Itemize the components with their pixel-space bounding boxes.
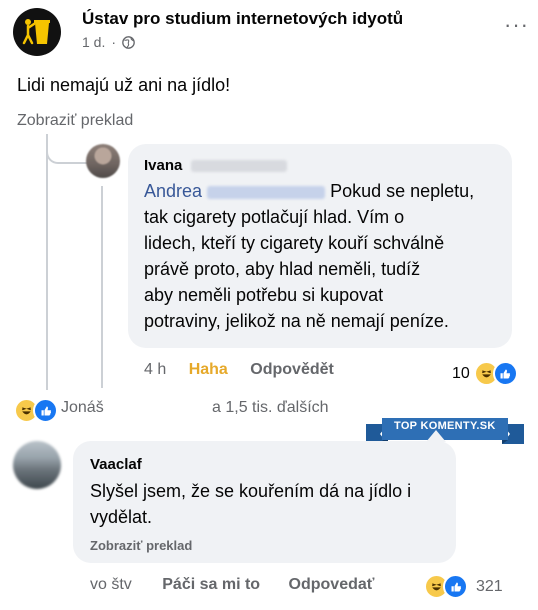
comment-text: Slyšel jsem, že se kouřením dá na jídlo … — [90, 478, 450, 530]
thread-line-nested — [101, 186, 103, 388]
comment-reaction-icons — [424, 574, 468, 599]
like-icon — [443, 574, 468, 599]
like-icon — [492, 361, 518, 386]
reply-mention[interactable]: Andrea — [144, 181, 326, 201]
reply-avatar[interactable] — [86, 144, 120, 178]
reply-haha-button[interactable]: Haha — [189, 361, 228, 378]
post-text: Lidi nemajú už ani na jídlo! — [17, 75, 231, 95]
reply-reaction-count[interactable]: 10 — [452, 361, 518, 386]
reply-text-line: lidech, kteří ty cigarety kouří schválně — [144, 233, 445, 253]
page-name[interactable]: Ústav pro studium internetových idyotů — [82, 9, 403, 29]
reply-reply-button[interactable]: Odpovědět — [250, 361, 334, 378]
comment-text-line: Slyšel jsem, že se kouřením dá na jídlo … — [90, 481, 412, 501]
comment-like-button[interactable]: Páči sa mi to — [162, 576, 260, 593]
post-time[interactable]: 1 d. — [82, 34, 105, 50]
comment-author[interactable]: Vaaclaf — [90, 456, 142, 473]
reply-text-line: aby neměli potřebu si kupovat — [144, 285, 384, 305]
reply-bubble: Ivana Andrea Pokud se nepletu, tak cigar… — [128, 144, 512, 348]
comment-text-line: vydělat. — [90, 507, 153, 527]
reactors-icons[interactable] — [14, 398, 58, 423]
reply-reaction-number: 10 — [452, 364, 470, 382]
blurred-surname — [190, 160, 287, 173]
reactors-others[interactable]: a 1,5 tis. ďalších — [212, 399, 329, 417]
reply-time[interactable]: 4 h — [144, 361, 166, 378]
reply-text: Andrea Pokud se nepletu, tak cigarety po… — [144, 178, 510, 334]
more-icon[interactable]: ··· — [504, 12, 529, 38]
thread-curve — [46, 134, 88, 164]
reply-author[interactable]: Ivana — [144, 157, 287, 174]
post-meta: 1 d. · — [82, 34, 135, 50]
reply-actions: 4 h Haha Odpovědět — [144, 361, 334, 379]
comment-bubble: Vaaclaf Slyšel jsem, že se kouřením dá n… — [73, 441, 456, 563]
watermark-text-top: TOP — [394, 420, 418, 432]
reply-text-line: právě proto, aby hlad neměli, tudíž — [144, 259, 421, 279]
reply-text-line-1: Pokud se nepletu, — [325, 181, 475, 201]
blurred-mention-surname — [207, 185, 326, 199]
comment-actions: vo štv Páči sa mi to Odpovedať — [90, 576, 374, 594]
comment-reaction-number: 321 — [476, 577, 503, 595]
comment-translate-link[interactable]: Zobraziť preklad — [90, 538, 192, 553]
reply-text-line: potraviny, jelikož na ně nemají peníze. — [144, 311, 449, 331]
bubble-pointer — [426, 430, 446, 442]
trash-person-icon — [22, 19, 50, 45]
comment-reply-button[interactable]: Odpovedať — [289, 576, 375, 593]
reply-text-line: tak cigarety potlačují hlad. Vím o — [144, 207, 405, 227]
globe-icon — [122, 35, 135, 49]
reply-reaction-icons — [473, 361, 518, 386]
comment-reaction-count[interactable]: 321 — [424, 574, 503, 599]
page-avatar[interactable] — [13, 8, 61, 56]
meta-separator: · — [111, 34, 117, 50]
comment-avatar[interactable] — [13, 441, 61, 489]
comment-time[interactable]: vo štv — [90, 576, 132, 593]
reactor-name[interactable]: Jonáš — [61, 399, 104, 417]
post-translate-link[interactable]: Zobraziť preklad — [17, 112, 133, 130]
thread-line — [46, 134, 48, 390]
like-icon — [33, 398, 58, 423]
